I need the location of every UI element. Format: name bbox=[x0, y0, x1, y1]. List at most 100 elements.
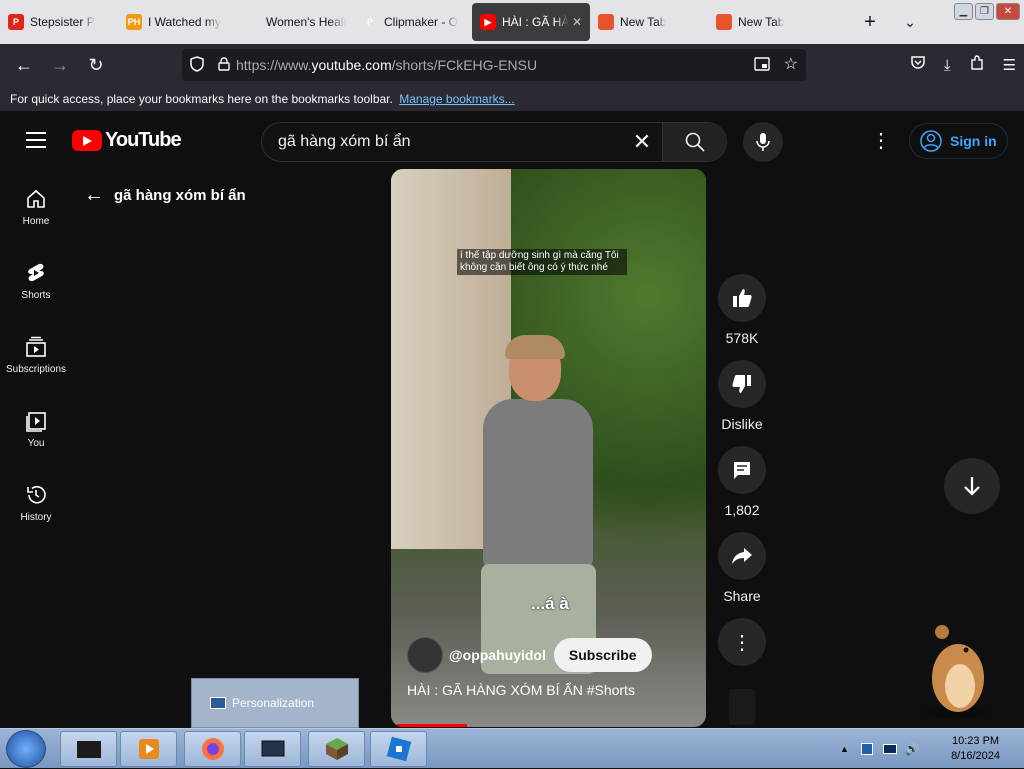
personalization-icon bbox=[210, 697, 226, 709]
url-path: /shorts/FCkEHG-ENSU bbox=[391, 57, 538, 73]
bookmark-star-icon[interactable]: ☆ bbox=[784, 54, 798, 74]
voice-search-button[interactable] bbox=[743, 122, 783, 162]
browser-tab[interactable]: ▶ HÀI : GÃ HÀ ✕ bbox=[472, 3, 590, 41]
url-bar[interactable]: https://www. youtube.com/shorts/FCkEHG-EN… bbox=[182, 49, 806, 81]
youtube-logo[interactable]: YouTube bbox=[72, 129, 182, 152]
account-icon bbox=[920, 130, 942, 152]
url-domain: youtube.com bbox=[311, 57, 392, 73]
like-count: 578K bbox=[725, 330, 759, 346]
subscribe-button[interactable]: Subscribe bbox=[553, 638, 652, 672]
comment-icon bbox=[734, 462, 750, 479]
back-to-search-link[interactable]: ← gã hàng xóm bí ẩn bbox=[84, 184, 246, 207]
video-progress-bar[interactable] bbox=[397, 724, 467, 727]
search-input[interactable]: gã hàng xóm bí ẩn bbox=[262, 133, 622, 151]
new-tab-button[interactable]: + bbox=[856, 11, 884, 34]
forward-arrow-icon[interactable]: → bbox=[42, 55, 78, 76]
manage-bookmarks-link[interactable]: Manage bookmarks... bbox=[399, 92, 514, 106]
channel-thumbnail[interactable] bbox=[729, 689, 755, 725]
sign-in-button[interactable]: Sign in bbox=[909, 123, 1008, 159]
comment-count: 1,802 bbox=[724, 502, 760, 518]
more-options-button[interactable]: ⋮ bbox=[718, 618, 766, 666]
taskbar-app-roblox[interactable] bbox=[370, 731, 427, 767]
browser-tab[interactable]: New Tab bbox=[590, 4, 708, 40]
dislike-label: Dislike bbox=[721, 416, 763, 432]
tab-favicon-icon: P bbox=[8, 14, 24, 30]
hamster-desktop-pet bbox=[920, 620, 992, 720]
dislike-button[interactable] bbox=[718, 360, 766, 408]
share-arrow-icon bbox=[732, 548, 752, 564]
list-all-tabs-button[interactable]: ⌄ bbox=[896, 14, 924, 31]
volume-icon[interactable]: 🔊 bbox=[905, 742, 920, 756]
share-label: Share bbox=[723, 588, 761, 604]
close-tab-icon[interactable]: ✕ bbox=[572, 15, 582, 29]
taskbar-clock[interactable]: 10:23 PM 8/16/2024 bbox=[951, 734, 1000, 764]
taskbar-app-terminal[interactable] bbox=[60, 731, 117, 767]
minimize-button[interactable]: ▁ bbox=[954, 3, 973, 20]
bookmarks-toolbar: For quick access, place your bookmarks h… bbox=[0, 86, 1024, 112]
taskbar-app-screen[interactable] bbox=[244, 731, 301, 767]
clear-search-icon[interactable]: ✕ bbox=[622, 129, 662, 155]
taskbar-app-minecraft[interactable] bbox=[308, 731, 365, 767]
downloads-icon[interactable]: ⤓ bbox=[944, 57, 951, 74]
search-button[interactable] bbox=[662, 123, 726, 161]
video-caption: í thế tập dưỡng sinh gì mà căng Tôi khôn… bbox=[457, 249, 627, 275]
search-icon bbox=[685, 132, 705, 152]
comments-button[interactable] bbox=[718, 446, 766, 494]
back-arrow-icon[interactable]: ← bbox=[6, 55, 42, 76]
shorts-icon bbox=[28, 263, 44, 281]
taskbar-app-media-player[interactable] bbox=[120, 731, 177, 767]
taskbar-app-firefox[interactable] bbox=[184, 731, 241, 767]
hamburger-menu-icon[interactable] bbox=[26, 132, 46, 148]
youtube-page: YouTube gã hàng xóm bí ẩn ✕ ⋮ Sign in Ho… bbox=[0, 112, 1024, 728]
personalization-taskbar-popup[interactable]: Personalization bbox=[191, 678, 359, 728]
lock-icon[interactable] bbox=[212, 56, 236, 74]
browser-tab[interactable]: Women's Health - bbox=[236, 4, 354, 40]
sidebar-item-label: You bbox=[27, 437, 45, 449]
window-controls: ▁ ❐ ✕ bbox=[954, 3, 1020, 20]
network-icon[interactable] bbox=[860, 743, 873, 755]
extensions-icon[interactable] bbox=[969, 55, 985, 75]
browser-tab[interactable]: PH I Watched my bbox=[118, 4, 236, 40]
tab-favicon-icon bbox=[598, 14, 614, 30]
tab-title: New Tab bbox=[620, 15, 667, 29]
tab-title: Women's Health - bbox=[266, 15, 346, 29]
subscriptions-icon bbox=[26, 336, 46, 357]
tab-title: Clipmaker - O bbox=[384, 15, 459, 29]
reload-icon[interactable]: ↻ bbox=[78, 55, 114, 76]
like-button[interactable] bbox=[718, 274, 766, 322]
sidebar-item-shorts[interactable]: Shorts bbox=[0, 244, 72, 318]
next-video-button[interactable] bbox=[944, 458, 1000, 514]
sidebar-item-label: Shorts bbox=[21, 289, 51, 301]
picture-in-picture-icon[interactable] bbox=[754, 57, 770, 74]
restore-button[interactable]: ❐ bbox=[975, 3, 994, 20]
tab-title: HÀI : GÃ HÀ bbox=[502, 15, 570, 29]
shield-icon[interactable] bbox=[182, 55, 212, 75]
channel-name[interactable]: @oppahuyidol bbox=[449, 647, 546, 663]
display-icon[interactable] bbox=[882, 744, 897, 754]
sidebar-item-history[interactable]: History bbox=[0, 466, 72, 540]
browser-tab[interactable]: P Clipmaker - O bbox=[354, 4, 472, 40]
close-window-button[interactable]: ✕ bbox=[996, 3, 1020, 20]
browser-tab[interactable]: New Tab bbox=[708, 4, 826, 40]
pocket-icon[interactable] bbox=[910, 56, 926, 74]
settings-more-icon[interactable]: ⋮ bbox=[870, 128, 892, 154]
you-library-icon bbox=[26, 411, 46, 432]
more-action: ⋮ bbox=[718, 618, 766, 666]
share-action: Share bbox=[718, 532, 766, 604]
tab-favicon-icon: P bbox=[362, 14, 378, 30]
channel-row: @oppahuyidol Subscribe bbox=[407, 637, 652, 673]
search-box: gã hàng xóm bí ẩn ✕ bbox=[261, 122, 727, 162]
sidebar-item-subscriptions[interactable]: Subscriptions bbox=[0, 318, 72, 392]
channel-avatar[interactable] bbox=[407, 637, 443, 673]
video-title[interactable]: HÀI : GÃ HÀNG XÓM BÍ ẨN #Shorts bbox=[407, 682, 635, 698]
like-action: 578K bbox=[718, 274, 766, 346]
app-menu-icon[interactable]: ☰ bbox=[1003, 56, 1016, 74]
sidebar-item-home[interactable]: Home bbox=[0, 170, 72, 244]
sidebar-item-you[interactable]: You bbox=[0, 392, 72, 466]
share-button[interactable] bbox=[718, 532, 766, 580]
url-prefix: https://www. bbox=[236, 57, 312, 73]
start-button[interactable] bbox=[6, 730, 46, 768]
show-hidden-icons-icon[interactable]: ▲ bbox=[840, 744, 849, 754]
shorts-video-player[interactable]: í thế tập dưỡng sinh gì mà căng Tôi khôn… bbox=[391, 169, 706, 727]
browser-tab[interactable]: P Stepsister P bbox=[0, 4, 118, 40]
